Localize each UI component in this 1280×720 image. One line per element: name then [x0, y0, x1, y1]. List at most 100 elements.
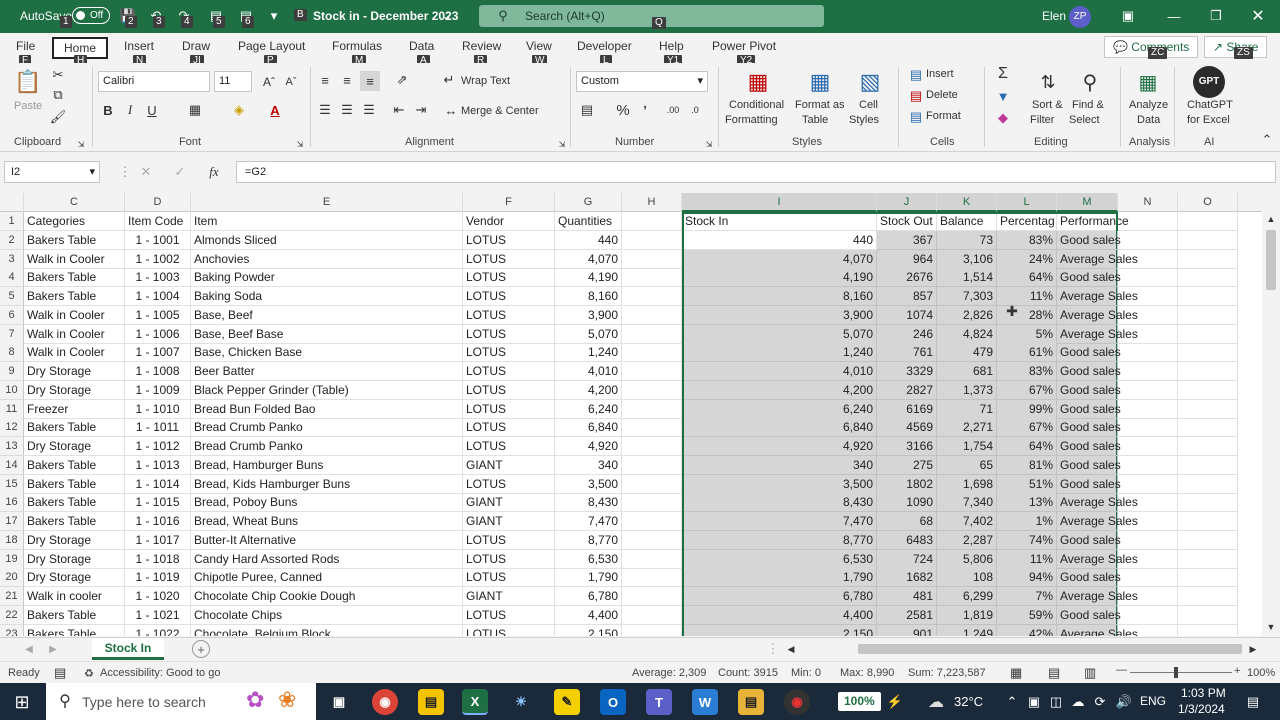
cell[interactable]: 1 - 1020 — [125, 587, 191, 606]
cell[interactable]: LOTUS — [463, 437, 555, 456]
row-header[interactable]: 11 — [0, 399, 24, 419]
cell[interactable] — [622, 437, 682, 456]
cell[interactable] — [1178, 549, 1238, 569]
cell[interactable] — [1118, 343, 1178, 363]
windows-start-icon[interactable]: ⊞ — [12, 692, 32, 712]
cell[interactable]: Average Sales — [1057, 324, 1138, 344]
cell[interactable]: Bread Bun Folded Bao — [191, 399, 463, 419]
dialog-launcher-icon[interactable]: ⇲ — [76, 139, 86, 149]
cell[interactable]: 4,190 — [682, 268, 877, 288]
weather-icon[interactable]: ☁ — [924, 692, 948, 712]
row-header[interactable]: 8 — [0, 343, 24, 363]
cell[interactable]: 1 - 1004 — [125, 287, 191, 306]
merge-center-button[interactable]: Merge & Center — [461, 105, 539, 117]
cell[interactable]: 1 - 1022 — [125, 624, 191, 636]
clock-date[interactable]: 1/3/2024 — [1178, 702, 1225, 716]
cell[interactable]: 1 - 1010 — [125, 399, 191, 419]
cell[interactable]: 761 — [877, 343, 937, 363]
font-color-icon[interactable]: A — [266, 101, 284, 119]
cell[interactable]: Good sales — [1057, 362, 1121, 381]
cell[interactable]: 367 — [877, 230, 937, 250]
cell[interactable]: LOTUS — [463, 324, 555, 344]
cell[interactable] — [622, 418, 682, 438]
cell[interactable]: LOTUS — [463, 568, 555, 588]
taskbar-search[interactable]: ⚲ Type here to search ✿ ❀ — [46, 683, 316, 720]
cell[interactable]: 68 — [877, 512, 937, 531]
cell[interactable]: Average Sales — [1057, 624, 1138, 636]
row-header[interactable]: 10 — [0, 380, 24, 400]
file-explorer-icon[interactable]: ▤ — [738, 689, 764, 715]
cell[interactable]: 4,010 — [682, 362, 877, 381]
cell[interactable]: 5,806 — [937, 549, 997, 569]
cell[interactable]: Vendor — [463, 212, 555, 231]
cell[interactable] — [622, 249, 682, 269]
cell[interactable]: 6,530 — [555, 549, 622, 569]
autosave-toggle[interactable]: Off — [72, 7, 110, 24]
cell[interactable]: 1682 — [877, 568, 937, 588]
app-icon[interactable]: ☀ — [508, 689, 534, 715]
cell[interactable]: Bakers Table — [24, 455, 125, 475]
clock-time[interactable]: 1:03 PM — [1181, 686, 1226, 700]
cell[interactable]: Good sales — [1057, 437, 1121, 456]
cell[interactable]: 1 - 1003 — [125, 268, 191, 288]
sheet-tab-stock-in[interactable]: Stock In — [92, 638, 164, 660]
cell[interactable]: 64% — [997, 268, 1057, 288]
comma-icon[interactable]: ʼ — [638, 101, 652, 119]
cell[interactable]: 1,249 — [937, 624, 997, 636]
cell[interactable]: Good sales — [1057, 380, 1121, 400]
cell[interactable]: 1 - 1017 — [125, 530, 191, 550]
cell[interactable] — [622, 230, 682, 250]
cell[interactable]: 7,470 — [555, 512, 622, 531]
cell[interactable]: 4569 — [877, 418, 937, 438]
cell[interactable]: 1,240 — [555, 343, 622, 363]
cell[interactable]: 1,240 — [682, 343, 877, 363]
align-bottom-icon[interactable]: ≡ — [360, 71, 380, 91]
cell[interactable]: Bread, Poboy Buns — [191, 493, 463, 513]
cell[interactable]: 81% — [997, 455, 1057, 475]
cell[interactable]: Base, Beef Base — [191, 324, 463, 344]
cell[interactable]: Average Sales — [1057, 305, 1138, 325]
cell[interactable]: 6,840 — [555, 418, 622, 438]
cell[interactable]: Bakers Table — [24, 230, 125, 250]
app-icon[interactable]: ◉ — [784, 689, 810, 715]
cell[interactable] — [1178, 474, 1238, 494]
cell[interactable] — [1118, 530, 1178, 550]
format-cells-icon[interactable]: ▤ — [908, 109, 924, 125]
chatgpt-icon[interactable]: GPT — [1193, 66, 1225, 98]
cell[interactable] — [622, 530, 682, 550]
italic-icon[interactable]: I — [122, 101, 138, 119]
cell[interactable]: Quantities — [555, 212, 622, 231]
cell[interactable] — [622, 568, 682, 588]
fill-icon[interactable]: ▼ — [994, 87, 1012, 105]
cell[interactable]: LOTUS — [463, 362, 555, 381]
paste-icon[interactable]: 📋 — [14, 67, 42, 97]
cell[interactable] — [1178, 418, 1238, 438]
temperature[interactable]: 32°C — [954, 694, 983, 709]
cell[interactable]: 6,780 — [555, 587, 622, 606]
row-header[interactable]: 13 — [0, 437, 24, 456]
cell[interactable]: Anchovies — [191, 249, 463, 269]
cell[interactable]: Walk in cooler — [24, 587, 125, 606]
cell[interactable]: 24% — [997, 249, 1057, 269]
cell[interactable] — [1178, 268, 1238, 288]
cell[interactable]: 42% — [997, 624, 1057, 636]
cell[interactable]: GIANT — [463, 455, 555, 475]
cell[interactable] — [622, 624, 682, 636]
cell[interactable]: 1 - 1005 — [125, 305, 191, 325]
align-middle-icon[interactable]: ≡ — [338, 71, 356, 89]
collapse-ribbon-icon[interactable]: ⌃ — [1260, 132, 1274, 147]
page-break-icon[interactable]: ▥ — [1084, 665, 1096, 681]
cell[interactable]: 2,271 — [937, 418, 997, 438]
tab-developer[interactable]: Developer — [577, 39, 632, 53]
cell[interactable]: Good sales — [1057, 568, 1121, 588]
cell[interactable]: 3,900 — [555, 305, 622, 325]
worksheet-grid[interactable]: 1 Categories Item Code Item Vendor Quant… — [0, 212, 1262, 636]
cell[interactable] — [1118, 362, 1178, 381]
cell[interactable]: 1% — [997, 512, 1057, 531]
cell[interactable]: 7,340 — [937, 493, 997, 513]
cell[interactable] — [622, 343, 682, 363]
font-size-select[interactable]: 11 — [214, 71, 252, 92]
analyze-data-label[interactable]: Analyze — [1129, 99, 1168, 111]
cell[interactable]: 83% — [997, 230, 1057, 250]
dialog-launcher-icon[interactable]: ⇲ — [295, 139, 305, 149]
